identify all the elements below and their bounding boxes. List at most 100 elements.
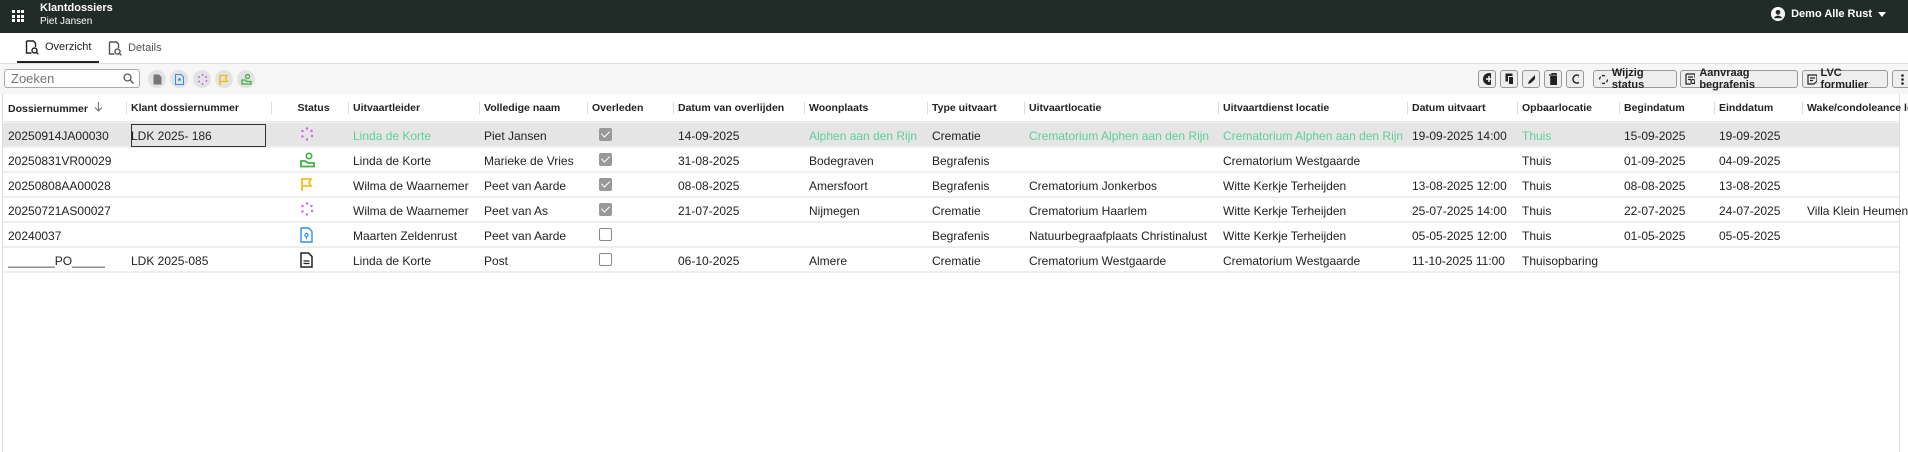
column-header-uitvaartleider[interactable]: Uitvaartleider bbox=[348, 102, 420, 114]
search-input[interactable] bbox=[4, 69, 140, 88]
cell-begindatum: 22-07-2025 bbox=[1624, 204, 1686, 218]
column-header-uitvaartdienst-locatie[interactable]: Uitvaartdienst locatie bbox=[1218, 102, 1329, 114]
filter-handshake-button[interactable] bbox=[237, 70, 255, 88]
cell-dossiernummer: _______PO_____ bbox=[8, 254, 106, 268]
tab-overzicht[interactable]: Overzicht bbox=[17, 33, 100, 63]
cell-datum-overlijden: 06-10-2025 bbox=[678, 254, 740, 268]
overleden-checkbox[interactable] bbox=[599, 128, 612, 141]
column-label: Uitvaartlocatie bbox=[1029, 102, 1102, 114]
more-options-button[interactable] bbox=[1892, 70, 1908, 88]
cell-einddatum: 04-09-2025 bbox=[1719, 154, 1781, 168]
column-label: Uitvaartdienst locatie bbox=[1223, 102, 1330, 114]
tab-bar: Overzicht Details bbox=[0, 33, 1908, 64]
cell-opbaarlocatie: Thuis bbox=[1522, 204, 1552, 218]
column-header-woonplaats[interactable]: Woonplaats bbox=[804, 102, 868, 114]
column-header-overleden[interactable]: Overleden bbox=[587, 102, 643, 114]
delete-button[interactable] bbox=[1544, 70, 1562, 88]
apps-grid-icon[interactable] bbox=[12, 10, 24, 22]
button-label: Wijzig status bbox=[1611, 67, 1645, 91]
cell-uitvaartlocatie: Crematorium Westgaarde bbox=[1029, 254, 1167, 268]
cell-dossiernummer: 20250721AS00027 bbox=[8, 204, 111, 218]
cell-dossiernummer: 20240037 bbox=[8, 229, 62, 243]
cell-klant-dossiernummer: LDK 2025- 186 bbox=[131, 129, 212, 143]
table-row[interactable]: 20250831VR00029 Linda de Korte Marieke de … bbox=[3, 148, 1899, 173]
column-header-volledige-naam[interactable]: Volledige naam bbox=[479, 102, 560, 114]
column-header-datum-uitvaart[interactable]: Datum uitvaart bbox=[1407, 102, 1486, 114]
filter-file-pin-button[interactable] bbox=[170, 70, 188, 88]
column-label: Opbaarlocatie bbox=[1522, 102, 1593, 114]
column-header-wake-locatie[interactable]: Wake/condoleance locatie bbox=[1802, 102, 1908, 114]
overleden-checkbox[interactable] bbox=[599, 203, 612, 216]
status-spinner-dots-icon bbox=[300, 127, 314, 144]
overleden-checkbox[interactable] bbox=[599, 253, 612, 266]
column-header-uitvaartlocatie[interactable]: Uitvaartlocatie bbox=[1024, 102, 1101, 114]
cell-volledige-naam: Post bbox=[484, 254, 509, 268]
app-subtitle: Piet Jansen bbox=[40, 16, 93, 27]
table-row[interactable]: 20250808AA00028 Wilma de Waarnemer Peet va… bbox=[3, 173, 1899, 198]
sync-icon bbox=[1598, 74, 1608, 84]
refresh-button[interactable] bbox=[1566, 70, 1584, 88]
cell-opbaarlocatie: Thuis bbox=[1522, 154, 1552, 168]
column-header-dossiernummer[interactable]: Dossiernummer bbox=[8, 102, 103, 115]
cell-dossiernummer: 20250914JA00030 bbox=[8, 129, 109, 143]
table-row[interactable]: 20250721AS00027 Wilma de Waarnemer Peet va… bbox=[3, 198, 1908, 223]
user-name: Demo Alle Rust bbox=[1791, 8, 1872, 20]
cell-datum-overlijden: 31-08-2025 bbox=[678, 154, 740, 168]
flag-icon bbox=[219, 74, 229, 85]
table-row[interactable]: _______PO_____ LDK 2025-085 Linda de Korte… bbox=[3, 248, 1899, 273]
button-label: LVC formulier bbox=[1820, 67, 1869, 91]
cell-opbaarlocatie: Thuis bbox=[1522, 229, 1552, 243]
cell-woonplaats: Alphen aan den Rijn bbox=[809, 129, 918, 143]
aanvraag-begrafenis-button[interactable]: Aanvraag begrafenis bbox=[1680, 67, 1798, 91]
column-label: Woonplaats bbox=[809, 102, 869, 114]
column-header-type-uitvaart[interactable]: Type uitvaart bbox=[927, 102, 997, 114]
column-header-begindatum[interactable]: Begindatum bbox=[1619, 102, 1685, 114]
column-label: Wake/condoleance locatie bbox=[1807, 102, 1908, 114]
wijzig-status-button[interactable]: Wijzig status bbox=[1593, 67, 1677, 91]
column-label: Overleden bbox=[592, 102, 644, 114]
cell-datum-uitvaart: 11-10-2025 11:00 bbox=[1412, 254, 1505, 268]
tab-details[interactable]: Details bbox=[100, 33, 170, 63]
status-file-pin-icon bbox=[300, 227, 313, 246]
cell-datum-uitvaart: 25-07-2025 14:00 bbox=[1412, 204, 1507, 218]
sort-arrow-down-icon[interactable] bbox=[88, 102, 103, 115]
cell-datum-uitvaart: 05-05-2025 12:00 bbox=[1412, 229, 1507, 243]
filter-document-button[interactable] bbox=[148, 70, 166, 88]
cell-uitvaartlocatie: Crematorium Jonkerbos bbox=[1029, 179, 1158, 193]
table-row[interactable]: 20250914JA00030 LDK 2025- 186 Linda de Kor… bbox=[3, 123, 1899, 148]
column-header-datum-overlijden[interactable]: Datum van overlijden bbox=[673, 102, 784, 114]
cell-begindatum: 15-09-2025 bbox=[1624, 129, 1686, 143]
button-label: Aanvraag begrafenis bbox=[1699, 67, 1755, 91]
cell-type-uitvaart: Begrafenis bbox=[932, 154, 990, 168]
dossier-table: Dossiernummer Klant dossiernummer Status U… bbox=[2, 94, 1908, 452]
cell-begindatum: 08-08-2025 bbox=[1624, 179, 1686, 193]
document-search-icon bbox=[1685, 73, 1696, 85]
column-header-status[interactable]: Status bbox=[271, 102, 351, 114]
form-icon bbox=[1807, 73, 1817, 85]
user-menu[interactable]: Demo Alle Rust bbox=[1771, 7, 1886, 21]
edit-button[interactable] bbox=[1522, 70, 1540, 88]
file-pin-icon bbox=[174, 73, 184, 85]
column-header-klant-dossiernummer[interactable]: Klant dossiernummer bbox=[126, 102, 239, 114]
cell-datum-overlijden: 14-09-2025 bbox=[678, 129, 740, 143]
column-header-einddatum[interactable]: Einddatum bbox=[1714, 102, 1773, 114]
search-icon[interactable] bbox=[123, 73, 134, 84]
lvc-formulier-button[interactable]: LVC formulier bbox=[1802, 67, 1888, 91]
overleden-checkbox[interactable] bbox=[599, 178, 612, 191]
cell-uitvaartlocatie: Crematorium Haarlem bbox=[1029, 204, 1148, 218]
table-row[interactable]: 20240037 Maarten Zeldenrust Peet van Aarde… bbox=[3, 223, 1899, 248]
overleden-checkbox[interactable] bbox=[599, 228, 612, 241]
copy-button[interactable] bbox=[1500, 70, 1518, 88]
filter-flag-button[interactable] bbox=[215, 70, 233, 88]
column-label: Datum van overlijden bbox=[678, 102, 785, 114]
column-label: Type uitvaart bbox=[932, 102, 997, 114]
column-header-opbaarlocatie[interactable]: Opbaarlocatie bbox=[1517, 102, 1592, 114]
filter-spinner-button[interactable] bbox=[193, 70, 211, 88]
pencil-icon bbox=[1528, 75, 1535, 84]
cell-type-uitvaart: Begrafenis bbox=[932, 179, 990, 193]
overleden-checkbox[interactable] bbox=[599, 153, 612, 166]
cell-wake-locatie: Villa Klein Heumen bbox=[1807, 204, 1908, 218]
cell-volledige-naam: Piet Jansen bbox=[484, 129, 547, 143]
handshake-icon bbox=[240, 73, 252, 85]
add-button[interactable] bbox=[1478, 70, 1496, 88]
